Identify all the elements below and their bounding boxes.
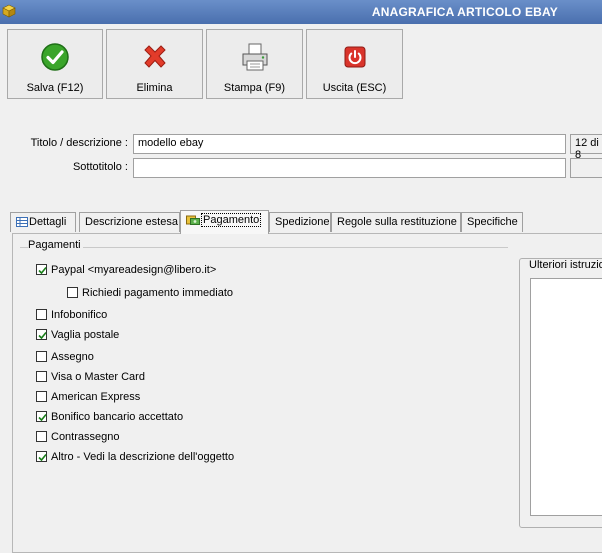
payment-option-label: Visa o Master Card <box>51 371 145 383</box>
power-icon <box>344 46 365 68</box>
tab-regole-restituzione-label: Regole sulla restituzione <box>337 216 457 228</box>
payment-option-checkbox[interactable] <box>36 431 47 442</box>
exit-button-label: Uscita (ESC) <box>322 82 387 94</box>
payment-option-label: Bonifico bancario accettato <box>51 411 184 423</box>
window-title: ANAGRAFICA ARTICOLO EBAY <box>371 5 558 19</box>
payment-option-label: Contrassegno <box>51 431 120 443</box>
tab-dettagli-label: Dettagli <box>29 216 67 228</box>
print-button[interactable]: Stampa (F9) <box>206 29 303 99</box>
delete-button[interactable]: Elimina <box>106 29 203 99</box>
subtitle-label: Sottotitolo : <box>72 161 128 173</box>
payment-option-checkbox[interactable] <box>36 309 47 320</box>
payment-option-checkbox[interactable] <box>36 264 47 275</box>
group-line <box>83 247 508 248</box>
save-button[interactable]: Salva (F12) <box>7 29 103 99</box>
payment-option-label: Infobonifico <box>51 309 108 321</box>
payment-option-label: Assegno <box>51 351 94 363</box>
tab-specifiche[interactable]: Specifiche <box>461 212 523 232</box>
tab-descrizione-estesa-label: Descrizione estesa <box>85 216 178 228</box>
payment-option-checkbox[interactable] <box>36 351 47 362</box>
title-bar: ANAGRAFICA ARTICOLO EBAY <box>0 0 602 24</box>
payment-option-label: Paypal <myareadesign@libero.it> <box>51 264 217 276</box>
payment-option-checkbox[interactable] <box>36 411 47 422</box>
grid-icon <box>16 217 28 228</box>
checkmark-icon <box>38 266 47 275</box>
tab-regole-restituzione[interactable]: Regole sulla restituzione <box>331 212 461 232</box>
subtitle-char-counter <box>570 158 602 178</box>
payment-option-checkbox[interactable] <box>36 329 47 340</box>
title-char-counter: 12 di 8 <box>570 134 602 161</box>
checkmark-icon <box>38 453 47 462</box>
notes-textarea[interactable] <box>530 278 602 516</box>
tab-specifiche-label: Specifiche <box>467 216 518 228</box>
payment-option-label: Richiedi pagamento immediato <box>82 287 234 299</box>
print-button-label: Stampa (F9) <box>223 82 286 94</box>
payment-option-label: Vaglia postale <box>51 329 120 341</box>
tab-spedizione-label: Spedizione <box>275 216 330 228</box>
save-button-label: Salva (F12) <box>26 82 84 94</box>
tab-spedizione[interactable]: Spedizione <box>269 212 331 232</box>
payment-option-checkbox[interactable] <box>36 451 47 462</box>
app-cube-icon <box>2 4 16 18</box>
checkmark-icon <box>38 331 47 340</box>
delete-button-label: Elimina <box>136 82 173 94</box>
red-x-icon <box>143 45 166 68</box>
payment-option-checkbox[interactable] <box>67 287 78 298</box>
subtitle-input[interactable] <box>133 158 566 178</box>
checkmark-icon <box>38 413 47 422</box>
payment-icon <box>186 215 200 226</box>
exit-button[interactable]: Uscita (ESC) <box>306 29 403 99</box>
payments-group-title: Pagamenti <box>28 239 81 251</box>
checkmark-icon <box>41 43 69 71</box>
tab-dettagli[interactable]: Dettagli <box>10 212 76 232</box>
payment-option-label: Altro - Vedi la descrizione dell'oggetto <box>51 451 235 463</box>
notes-group-title: Ulteriori istruzio <box>528 259 602 271</box>
payment-option-checkbox[interactable] <box>36 391 47 402</box>
title-input[interactable]: modello ebay <box>133 134 566 154</box>
payment-option-checkbox[interactable] <box>36 371 47 382</box>
tab-pagamento[interactable]: Pagamento <box>180 210 269 234</box>
tab-pagamento-label: Pagamento <box>201 213 262 227</box>
payment-option-label: American Express <box>51 391 141 403</box>
printer-icon <box>242 43 267 71</box>
title-label: Titolo / descrizione : <box>30 137 128 149</box>
tab-descrizione-estesa[interactable]: Descrizione estesa <box>79 212 180 232</box>
group-line <box>20 247 28 248</box>
